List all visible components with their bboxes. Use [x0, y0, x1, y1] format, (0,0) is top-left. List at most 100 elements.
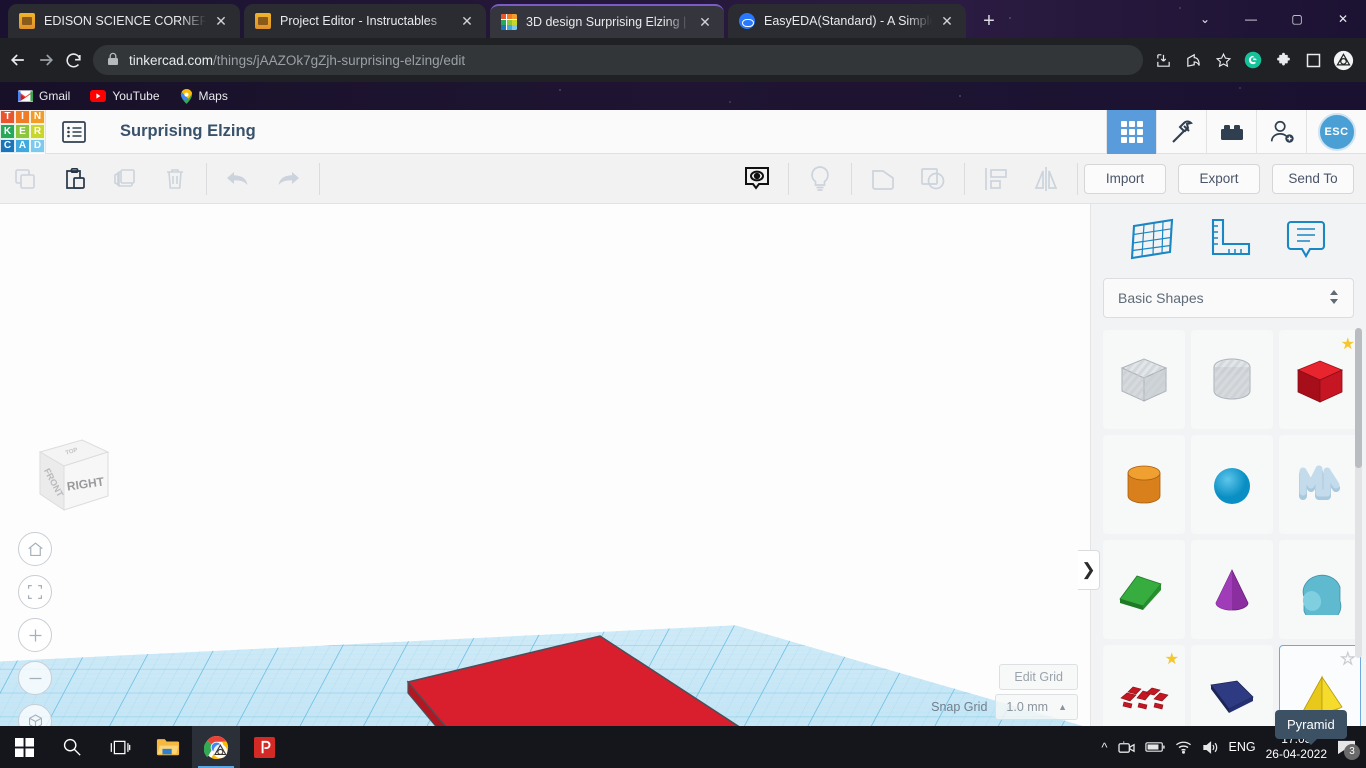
- browser-tab-1[interactable]: EDISON SCIENCE CORNER's Proj ✕: [8, 4, 240, 38]
- task-view-icon[interactable]: [96, 726, 144, 768]
- volume-icon[interactable]: [1202, 740, 1219, 755]
- youtube-icon: [90, 90, 107, 102]
- back-button[interactable]: [8, 44, 28, 76]
- bookmark-gmail[interactable]: Gmail: [10, 86, 78, 106]
- redo-icon[interactable]: [263, 154, 313, 204]
- profile-avatar-icon[interactable]: [1329, 46, 1357, 74]
- perspective-toggle-icon[interactable]: [18, 704, 52, 726]
- window-maximize-button[interactable]: ▢: [1274, 0, 1320, 38]
- lightbulb-icon[interactable]: [795, 154, 845, 204]
- import-button[interactable]: Import: [1084, 163, 1166, 194]
- shape-category-select[interactable]: Basic Shapes: [1103, 278, 1354, 318]
- invite-person-icon[interactable]: [1256, 109, 1306, 154]
- home-view-icon[interactable]: [18, 532, 52, 566]
- file-explorer-icon[interactable]: [144, 726, 192, 768]
- share-icon[interactable]: [1179, 46, 1207, 74]
- window-caret-icon[interactable]: ⌄: [1182, 0, 1228, 38]
- shape-cone[interactable]: [1191, 540, 1273, 639]
- input-language[interactable]: ENG: [1229, 740, 1256, 754]
- group-icon[interactable]: [858, 154, 908, 204]
- window-close-button[interactable]: ✕: [1320, 0, 1366, 38]
- align-icon[interactable]: [971, 154, 1021, 204]
- shape-roof[interactable]: [1103, 540, 1185, 639]
- paste-icon[interactable]: [50, 154, 100, 204]
- shape-box[interactable]: ★: [1279, 330, 1361, 429]
- browser-tab-strip: EDISON SCIENCE CORNER's Proj ✕ Project E…: [0, 0, 1366, 38]
- duplicate-icon[interactable]: [100, 154, 150, 204]
- send-to-button[interactable]: Send To: [1272, 163, 1354, 194]
- shape-cylinder-hole[interactable]: [1191, 330, 1273, 429]
- notification-center-icon[interactable]: 3: [1337, 739, 1360, 760]
- shape-sphere[interactable]: [1191, 435, 1273, 534]
- pdf-reader-icon[interactable]: [240, 726, 288, 768]
- extensions-puzzle-icon[interactable]: [1269, 46, 1297, 74]
- delete-trash-icon[interactable]: [150, 154, 200, 204]
- tinkercad-logo[interactable]: TINKERCAD: [0, 109, 45, 154]
- favorite-star-icon[interactable]: ★: [1340, 649, 1356, 669]
- fit-to-view-icon[interactable]: [18, 575, 52, 609]
- favorite-star-icon[interactable]: ★: [1341, 334, 1355, 354]
- tab-title: EDISON SCIENCE CORNER's Proj: [44, 14, 206, 28]
- bookmark-maps[interactable]: Maps: [172, 86, 236, 107]
- tab-close-icon[interactable]: ✕: [694, 11, 716, 33]
- grid-gallery-icon[interactable]: [1106, 109, 1156, 154]
- view-cube[interactable]: RIGHT FRONT TOP: [22, 426, 112, 518]
- ruler-icon[interactable]: [1203, 213, 1255, 265]
- battery-icon[interactable]: [1144, 741, 1165, 753]
- divider: [964, 162, 965, 195]
- workplane-grid-icon[interactable]: [1126, 213, 1178, 265]
- chrome-icon[interactable]: [192, 726, 240, 768]
- shape-tube[interactable]: [1279, 540, 1361, 639]
- menu-kebab-icon[interactable]: [1359, 46, 1366, 74]
- panel-collapse-button[interactable]: ❯: [1078, 550, 1100, 590]
- sidepanel-icon[interactable]: [1299, 46, 1327, 74]
- blocks-brick-icon[interactable]: [1206, 109, 1256, 154]
- hide-eye-icon[interactable]: [732, 154, 782, 204]
- tinkercad-logo-letter: K: [0, 124, 15, 139]
- wedge-shape: [1210, 680, 1254, 713]
- tinkercad-logo-letter: A: [15, 138, 30, 154]
- browser-tab-3[interactable]: 3D design Surprising Elzing | Tink ✕: [490, 4, 724, 38]
- text-shape: [1120, 686, 1169, 709]
- list-menu-icon[interactable]: [46, 110, 102, 154]
- window-minimize-button[interactable]: —: [1228, 0, 1274, 38]
- browser-tab-2[interactable]: Project Editor - Instructables ✕: [244, 4, 486, 38]
- address-bar[interactable]: tinkercad.com/things/jAAZOk7gZjh-surpris…: [93, 45, 1143, 75]
- tinkercad-logo-letter: I: [15, 109, 30, 125]
- browser-tab-4[interactable]: EasyEDA(Standard) - A Simple an ✕: [728, 4, 966, 38]
- undo-icon[interactable]: [213, 154, 263, 204]
- tab-close-icon[interactable]: ✕: [210, 10, 232, 32]
- shape-scribble[interactable]: [1279, 435, 1361, 534]
- install-icon[interactable]: [1149, 46, 1177, 74]
- snap-grid-select[interactable]: 1.0 mm ▲: [995, 694, 1078, 720]
- meet-camera-icon[interactable]: [1117, 740, 1135, 755]
- new-tab-button[interactable]: +: [975, 8, 1003, 36]
- bookmark-youtube[interactable]: YouTube: [82, 86, 167, 106]
- copy-icon[interactable]: [0, 154, 50, 204]
- shape-box-hole[interactable]: ★: [1103, 330, 1185, 429]
- forward-button[interactable]: [36, 44, 56, 76]
- edit-grid-button[interactable]: Edit Grid: [999, 664, 1078, 690]
- shape-cylinder[interactable]: [1103, 435, 1185, 534]
- search-icon[interactable]: [48, 726, 96, 768]
- mirror-flip-icon[interactable]: [1021, 154, 1071, 204]
- chevron-updown-icon: [1329, 289, 1339, 308]
- design-canvas[interactable]: RIGHT FRONT TOP Edit Grid Snap Grid 1.0 …: [0, 204, 1090, 726]
- avatar[interactable]: ESC: [1306, 109, 1366, 154]
- notes-comment-icon[interactable]: [1280, 213, 1332, 265]
- bookmark-star-icon[interactable]: [1209, 46, 1237, 74]
- codeblocks-hammer-icon[interactable]: [1156, 109, 1206, 154]
- windows-start-icon[interactable]: [0, 726, 48, 768]
- zoom-out-icon[interactable]: [18, 661, 52, 695]
- grammarly-icon[interactable]: [1239, 46, 1267, 74]
- tab-close-icon[interactable]: ✕: [936, 10, 958, 32]
- reload-button[interactable]: [64, 44, 83, 76]
- favorite-star-icon[interactable]: ★: [1165, 649, 1179, 669]
- wifi-icon[interactable]: [1175, 740, 1192, 754]
- zoom-in-icon[interactable]: [18, 618, 52, 652]
- ungroup-icon[interactable]: [908, 154, 958, 204]
- tray-chevron-up-icon[interactable]: ^: [1101, 740, 1107, 755]
- panel-scrollbar[interactable]: [1355, 328, 1362, 658]
- tab-close-icon[interactable]: ✕: [456, 10, 478, 32]
- export-button[interactable]: Export: [1178, 163, 1260, 194]
